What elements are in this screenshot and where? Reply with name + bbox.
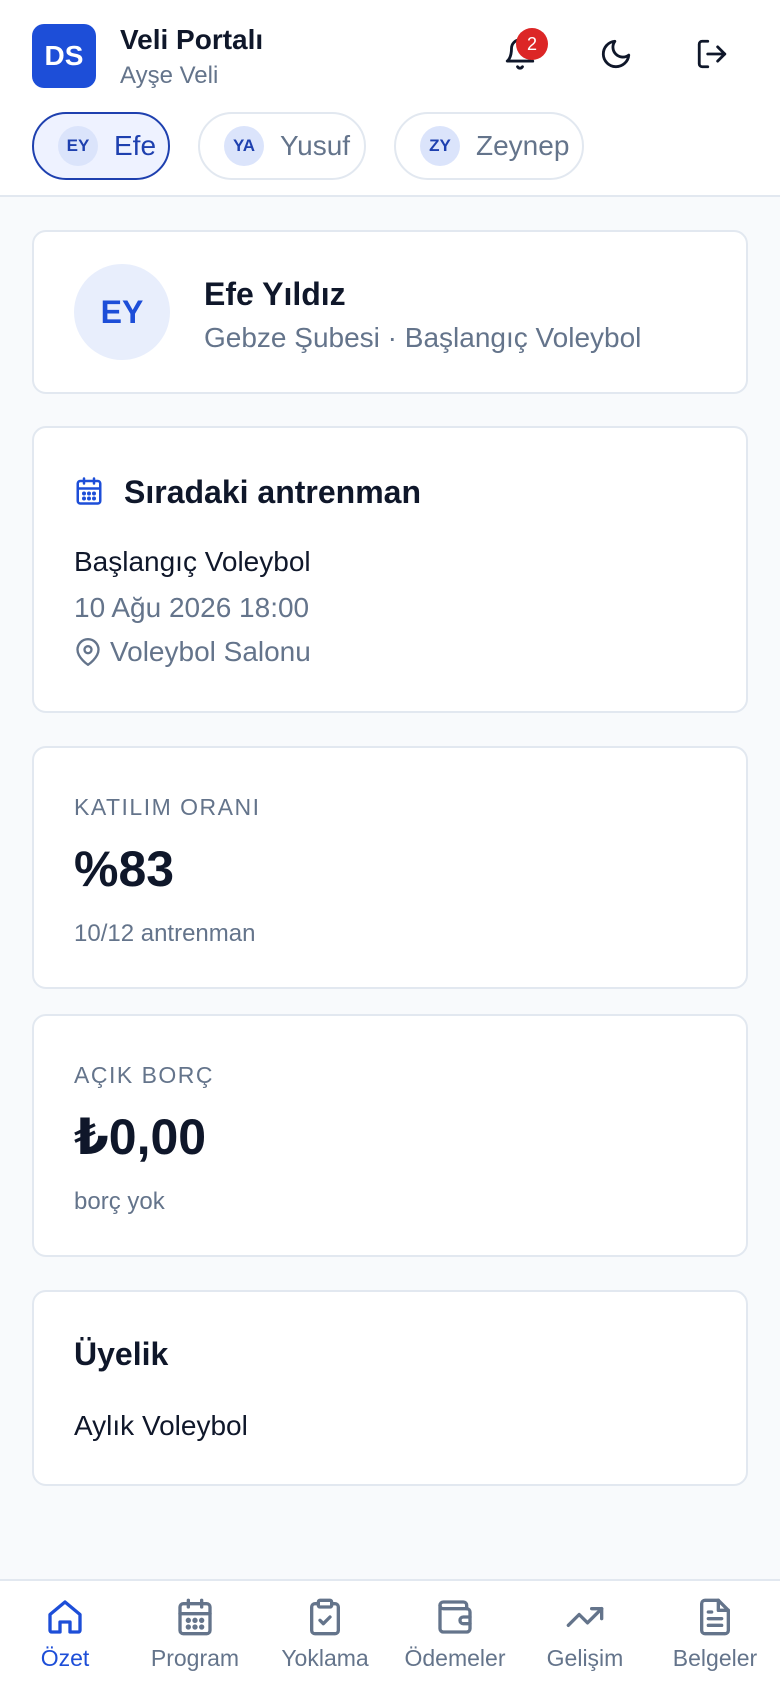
location-pin-icon [76,638,100,666]
trending-up-icon [566,1607,604,1627]
debt-amount: ₺0,00 [74,1109,207,1165]
nav-label: Gelişim [546,1645,624,1671]
nav-item-attendance[interactable]: Yoklama [260,1581,390,1688]
app-logo: DS [32,24,96,88]
app-header: DS Veli Portalı Ayşe Veli 2 EY Efe YA Yu… [0,0,780,197]
user-name: Ayşe Veli [120,62,219,89]
membership-plan: Aylık Voleybol [74,1410,248,1441]
nav-label: Ödemeler [404,1645,506,1671]
calendar-icon [76,477,102,505]
attendance-label: KATILIM ORANI [74,794,261,820]
child-name: Efe [114,130,157,161]
child-name: Zeynep [476,130,570,161]
document-icon [700,1598,730,1636]
nav-item-program[interactable]: Program [130,1581,260,1688]
nav-label: Yoklama [281,1645,369,1671]
child-name: Yusuf [280,130,351,161]
next-training-title: Sıradaki antrenman [124,474,421,510]
membership-card: Üyelik Aylık Voleybol [32,1290,748,1486]
calendar-icon [178,1598,212,1636]
attendance-count: 10/12 antrenman [74,920,256,947]
nav-item-progress[interactable]: Gelişim [520,1581,650,1688]
notification-badge: 2 [516,28,548,60]
child-avatar: ZY [420,126,460,166]
child-tab-zeynep[interactable]: ZY Zeynep [394,112,584,180]
avatar: EY [74,264,170,360]
theme-toggle-button[interactable] [596,34,636,74]
nav-label: Belgeler [672,1645,758,1671]
nav-item-summary[interactable]: Özet [0,1581,130,1688]
wallet-icon [438,1600,472,1634]
membership-title: Üyelik [74,1336,169,1372]
logout-icon [697,39,727,69]
debt-label: AÇIK BORÇ [74,1062,215,1088]
app-title: Veli Portalı [120,24,264,55]
nav-label: Özet [40,1645,90,1671]
bottom-navigation: Özet Program Yoklama Ödemeler Gelişim Be… [0,1579,780,1688]
home-icon [48,1600,82,1634]
child-tab-yusuf[interactable]: YA Yusuf [198,112,366,180]
open-debt-card: AÇIK BORÇ ₺0,00 borç yok [32,1014,748,1257]
child-profile-card: EY Efe Yıldız Gebze Şubesi · Başlangıç V… [32,230,748,394]
clipboard-check-icon [310,1598,340,1636]
next-training-datetime: 10 Ağu 2026 18:00 [74,592,310,623]
nav-item-payments[interactable]: Ödemeler [390,1581,520,1688]
child-tab-efe[interactable]: EY Efe [32,112,170,180]
debt-status: borç yok [74,1188,165,1215]
next-training-location: Voleybol Salonu [110,636,311,667]
child-branch-program: Gebze Şubesi · Başlangıç Voleybol [204,322,642,353]
attendance-card: KATILIM ORANI %83 10/12 antrenman [32,746,748,989]
child-avatar: YA [224,126,264,166]
moon-icon [601,39,631,69]
nav-label: Program [150,1645,240,1671]
logout-button[interactable] [692,34,732,74]
attendance-rate: %83 [74,841,175,897]
child-full-name: Efe Yıldız [204,276,346,312]
next-training-card: Sıradaki antrenman Başlangıç Voleybol 10… [32,426,748,713]
next-training-program: Başlangıç Voleybol [74,546,311,577]
nav-item-documents[interactable]: Belgeler [650,1581,780,1688]
child-avatar: EY [58,126,98,166]
